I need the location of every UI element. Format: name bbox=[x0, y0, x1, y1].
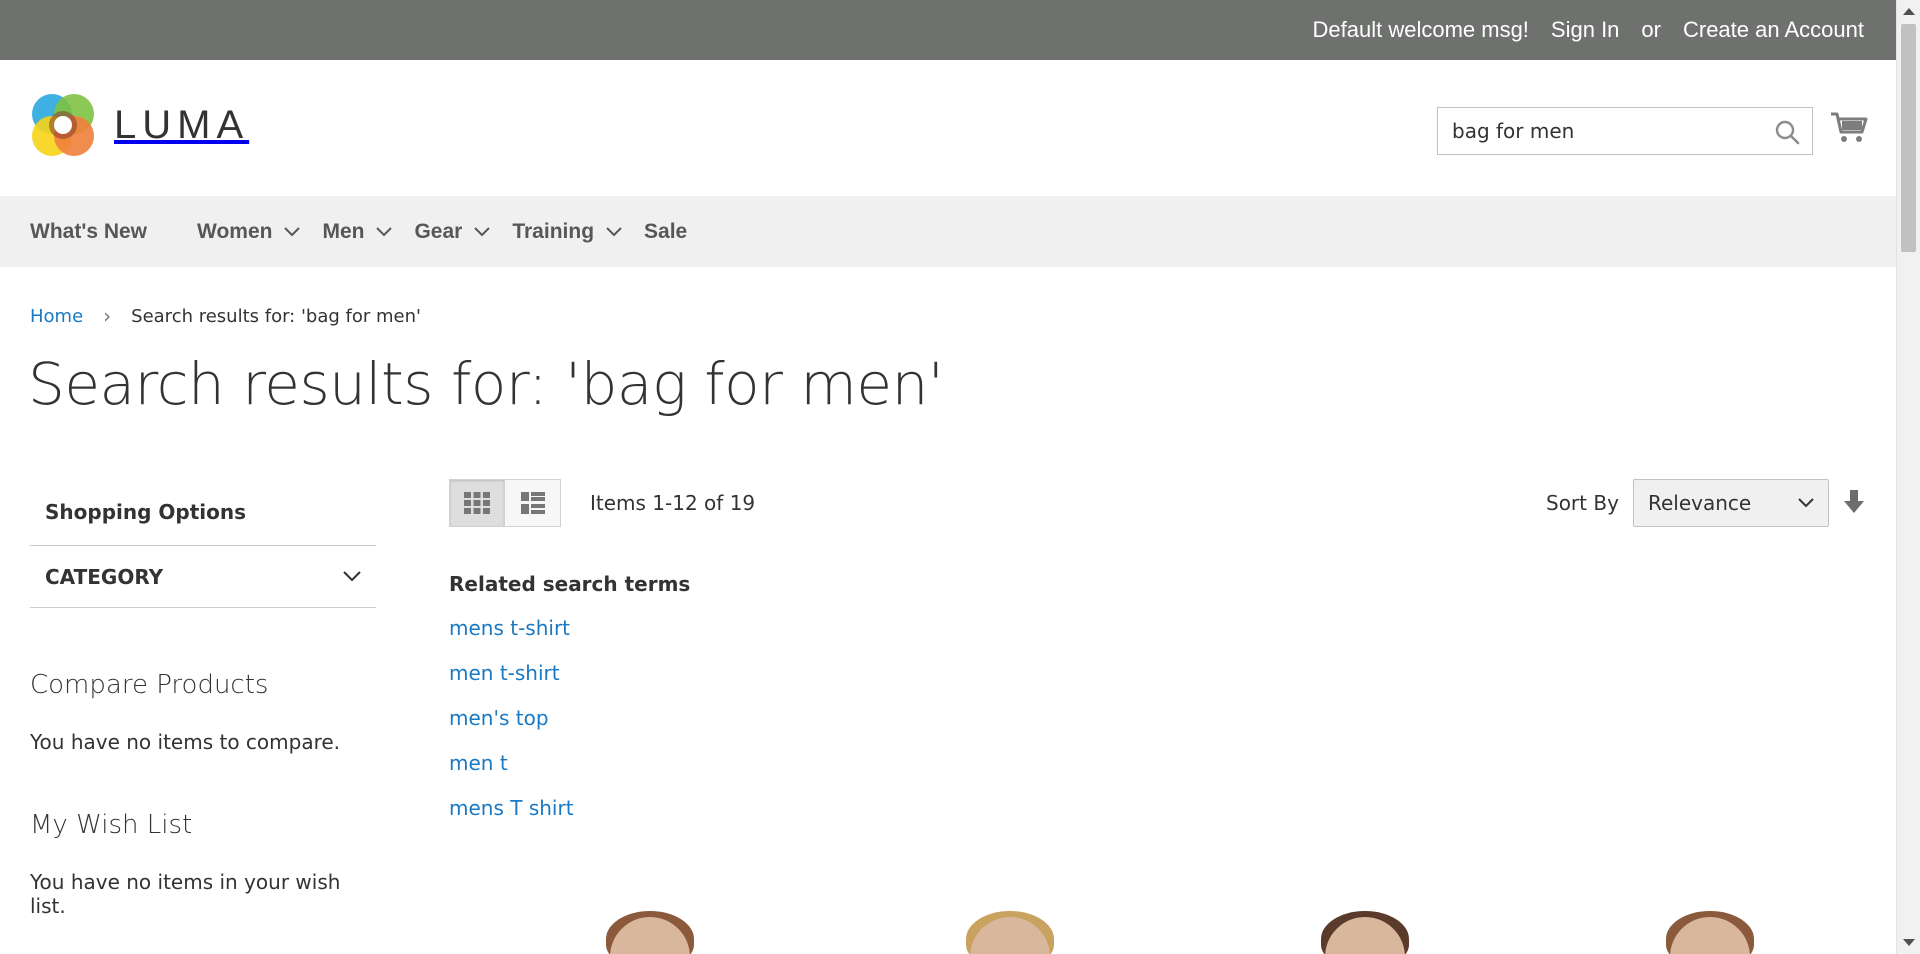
nav-item-training[interactable]: Training bbox=[512, 220, 622, 244]
product-grid bbox=[540, 905, 1754, 954]
chevron-down-icon bbox=[606, 226, 622, 236]
chevron-right-icon: › bbox=[103, 304, 112, 328]
search-icon[interactable] bbox=[1774, 119, 1800, 145]
nav-item-label: What's New bbox=[30, 219, 148, 243]
top-bar: Default welcome msg! Sign In or Create a… bbox=[0, 0, 1896, 60]
nav-item-gear[interactable]: Gear bbox=[414, 219, 491, 244]
category-filter-label: CATEGORY bbox=[45, 564, 164, 589]
nav-item-label: Sale bbox=[644, 219, 688, 243]
sidebar: Shopping Options CATEGORY Compare Produc… bbox=[30, 478, 376, 918]
logo-wordmark: LUMA bbox=[114, 102, 250, 147]
related-term-link[interactable]: men t-shirt bbox=[449, 659, 690, 687]
sort-by-label: Sort By bbox=[1546, 491, 1619, 515]
search-box bbox=[1437, 107, 1813, 155]
nav-item-women[interactable]: Women bbox=[197, 219, 301, 244]
view-mode-switcher bbox=[449, 479, 561, 527]
chevron-down-icon bbox=[376, 226, 393, 236]
sort-direction-arrow-icon[interactable] bbox=[1842, 489, 1866, 515]
scroll-up-arrow-icon[interactable] bbox=[1903, 8, 1915, 15]
wishlist-empty-message: You have no items in your wish list. bbox=[30, 870, 341, 918]
chevron-down-icon bbox=[343, 571, 361, 582]
sort-by-select[interactable]: Relevance bbox=[1633, 479, 1829, 527]
nav-item-men[interactable]: Men bbox=[322, 219, 393, 244]
wishlist-title: My Wish List bbox=[30, 810, 193, 840]
list-view-button[interactable] bbox=[505, 479, 561, 527]
nav-menu: What's New Women Men Gear Training Sale bbox=[30, 196, 737, 267]
product-image[interactable] bbox=[1650, 905, 1770, 954]
breadcrumb-home-link[interactable]: Home bbox=[30, 306, 83, 327]
related-term-link[interactable]: men's top bbox=[449, 704, 690, 732]
chevron-down-icon bbox=[474, 226, 491, 236]
related-search-terms: Related search terms mens t-shirt men t-… bbox=[449, 572, 690, 839]
cart-icon[interactable] bbox=[1829, 110, 1869, 146]
welcome-message: Default welcome msg! bbox=[1312, 17, 1529, 42]
related-term-link[interactable]: mens T shirt bbox=[449, 794, 690, 822]
product-image[interactable] bbox=[950, 905, 1070, 954]
breadcrumb: Home › Search results for: 'bag for men' bbox=[30, 304, 421, 328]
luma-logo-icon bbox=[32, 94, 94, 156]
list-icon bbox=[520, 492, 545, 514]
nav-item-label: Women bbox=[197, 219, 273, 243]
scroll-down-arrow-icon[interactable] bbox=[1903, 939, 1915, 946]
header-links: Default welcome msg! Sign In or Create a… bbox=[1313, 0, 1865, 60]
toolbar-amount: Items 1-12 of 19 bbox=[590, 491, 756, 515]
compare-products-title: Compare Products bbox=[30, 670, 269, 700]
sign-in-link[interactable]: Sign In bbox=[1551, 17, 1620, 43]
related-term-link[interactable]: mens t-shirt bbox=[449, 614, 690, 642]
nav-item-sale[interactable]: Sale bbox=[644, 220, 687, 244]
page-title: Search results for: 'bag for men' bbox=[28, 350, 944, 418]
sort-by-value: Relevance bbox=[1648, 491, 1752, 515]
grid-icon bbox=[464, 492, 490, 514]
related-term-link[interactable]: men t bbox=[449, 749, 690, 777]
products-toolbar: Items 1-12 of 19 Sort By Relevance bbox=[449, 479, 1869, 529]
product-image[interactable] bbox=[590, 905, 710, 954]
nav-item-whats-new[interactable]: What's New bbox=[30, 220, 147, 244]
scrollbar-thumb[interactable] bbox=[1901, 24, 1916, 252]
search-input[interactable] bbox=[1438, 108, 1812, 154]
product-image[interactable] bbox=[1305, 905, 1425, 954]
nav-item-label: Training bbox=[512, 219, 595, 243]
logo[interactable]: LUMA bbox=[30, 92, 249, 158]
grid-view-button[interactable] bbox=[449, 479, 505, 527]
create-account-link[interactable]: Create an Account bbox=[1683, 17, 1864, 43]
shopping-options-title: Shopping Options bbox=[30, 478, 376, 546]
page-scrollbar[interactable] bbox=[1896, 0, 1920, 954]
related-search-title: Related search terms bbox=[449, 572, 691, 596]
chevron-down-icon bbox=[284, 226, 301, 236]
nav-item-label: Men bbox=[322, 219, 365, 243]
compare-empty-message: You have no items to compare. bbox=[30, 730, 341, 754]
nav-item-label: Gear bbox=[414, 219, 463, 243]
chevron-down-icon bbox=[1798, 498, 1814, 508]
site-header: LUMA bbox=[0, 60, 1896, 196]
main-navigation: What's New Women Men Gear Training Sale bbox=[0, 196, 1896, 267]
category-filter[interactable]: CATEGORY bbox=[30, 546, 376, 608]
or-separator: or bbox=[1641, 17, 1661, 42]
breadcrumb-current: Search results for: 'bag for men' bbox=[131, 305, 421, 327]
